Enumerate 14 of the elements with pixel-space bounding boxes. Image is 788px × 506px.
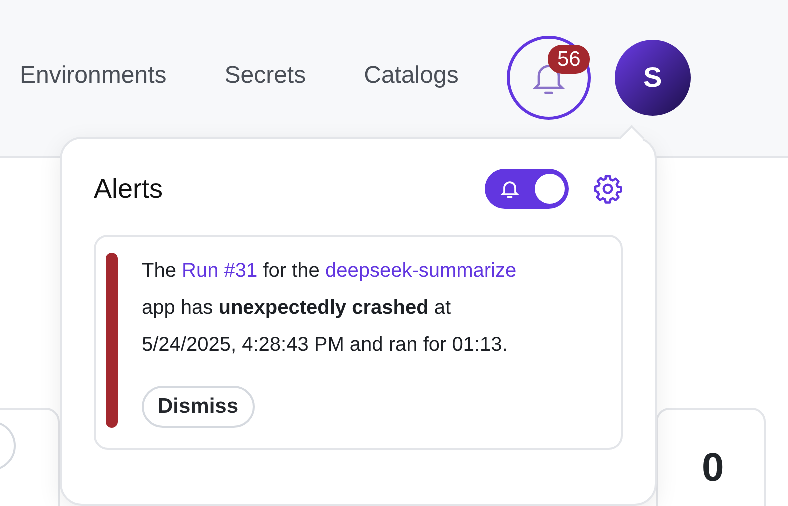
settings-icon[interactable] xyxy=(593,174,623,204)
nav-link[interactable]: Environments xyxy=(20,64,167,88)
alert-link[interactable]: deepseek-summarize xyxy=(325,260,517,282)
notifications-button[interactable]: 56 xyxy=(506,36,591,120)
notification-count: 56 xyxy=(548,45,590,74)
dismiss-button[interactable]: Dismiss xyxy=(142,386,255,428)
nav-link[interactable]: Secrets xyxy=(224,64,306,88)
alert-link[interactable]: Run #31 xyxy=(182,260,258,282)
nav-link[interactable]: Catalogs xyxy=(364,64,459,88)
alert-message: The Run #31 for the deepseek-summarize app has unexpectedly crashed at 5/24/2025, 4:28:43 PM and ran for 01:13. xyxy=(142,259,518,358)
user-avatar[interactable]: S xyxy=(614,40,691,116)
stat-value: 0 xyxy=(702,448,726,488)
notifications-toggle[interactable] xyxy=(485,169,569,209)
popover-title: Alerts xyxy=(94,172,164,206)
